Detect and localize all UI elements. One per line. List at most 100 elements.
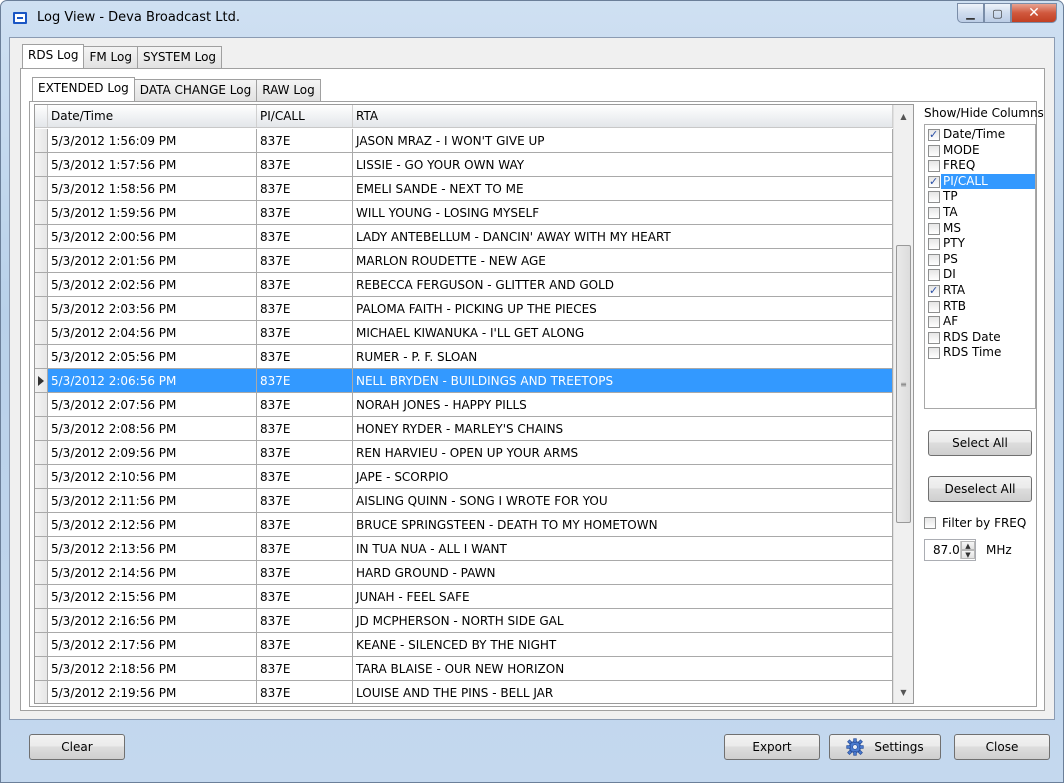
table-row[interactable]: 5/3/2012 2:14:56 PM 837E HARD GROUND - PAW…: [35, 561, 893, 585]
column-toggle-checkbox[interactable]: [928, 300, 940, 313]
cell-rta[interactable]: NORAH JONES - HAPPY PILLS: [353, 393, 893, 416]
clear-button[interactable]: Clear: [29, 734, 125, 760]
row-selector[interactable]: [35, 609, 48, 632]
column-toggle-item[interactable]: RDS Date: [925, 330, 1035, 346]
cell-picall[interactable]: 837E: [257, 489, 353, 512]
column-toggle-checkbox[interactable]: [928, 127, 940, 142]
row-selector[interactable]: [35, 321, 48, 344]
cell-datetime[interactable]: 5/3/2012 2:05:56 PM: [48, 345, 257, 368]
row-selector[interactable]: [35, 489, 48, 512]
tab-system-log[interactable]: SYSTEM Log: [136, 46, 223, 68]
row-selector[interactable]: [35, 441, 48, 464]
row-selector[interactable]: [35, 393, 48, 416]
cell-picall[interactable]: 837E: [257, 225, 353, 248]
title-bar[interactable]: Log View - Deva Broadcast Ltd. ▁ ▢ ✕: [1, 1, 1063, 37]
row-selector[interactable]: [35, 129, 48, 152]
deselect-all-button[interactable]: Deselect All: [928, 476, 1032, 502]
settings-button[interactable]: Settings: [829, 734, 941, 760]
cell-datetime[interactable]: 5/3/2012 1:59:56 PM: [48, 201, 257, 224]
column-toggle-item[interactable]: RDS Time: [925, 345, 1035, 361]
cell-picall[interactable]: 837E: [257, 585, 353, 608]
vertical-scrollbar[interactable]: ▲ ≡ ▼: [893, 105, 913, 703]
cell-datetime[interactable]: 5/3/2012 2:13:56 PM: [48, 537, 257, 560]
close-window-button[interactable]: ✕: [1011, 3, 1057, 23]
cell-rta[interactable]: TARA BLAISE - OUR NEW HORIZON: [353, 657, 893, 680]
cell-picall[interactable]: 837E: [257, 177, 353, 200]
table-row[interactable]: 5/3/2012 2:01:56 PM 837E MARLON ROUDETTE -…: [35, 249, 893, 273]
cell-rta[interactable]: JAPE - SCORPIO: [353, 465, 893, 488]
row-selector[interactable]: [35, 537, 48, 560]
column-toggle-checkbox[interactable]: [928, 347, 940, 360]
cell-picall[interactable]: 837E: [257, 345, 353, 368]
table-row[interactable]: 5/3/2012 2:10:56 PM 837E JAPE - SCORPIO: [35, 465, 893, 489]
row-selector[interactable]: [35, 513, 48, 536]
cell-rta[interactable]: LISSIE - GO YOUR OWN WAY: [353, 153, 893, 176]
table-row[interactable]: 5/3/2012 2:11:56 PM 837E AISLING QUINN - S…: [35, 489, 893, 513]
column-toggle-item[interactable]: RTB: [925, 299, 1035, 315]
table-row[interactable]: 5/3/2012 2:19:56 PM 837E LOUISE AND THE PI…: [35, 681, 893, 703]
cell-rta[interactable]: LADY ANTEBELLUM - DANCIN' AWAY WITH MY H…: [353, 225, 893, 248]
cell-picall[interactable]: 837E: [257, 273, 353, 296]
maximize-button[interactable]: ▢: [984, 3, 1011, 23]
tab-fm-log[interactable]: FM Log: [83, 46, 138, 68]
cell-datetime[interactable]: 5/3/2012 2:19:56 PM: [48, 681, 257, 703]
cell-picall[interactable]: 837E: [257, 249, 353, 272]
cell-datetime[interactable]: 5/3/2012 1:57:56 PM: [48, 153, 257, 176]
row-selector[interactable]: [35, 249, 48, 272]
cell-rta[interactable]: MICHAEL KIWANUKA - I'LL GET ALONG: [353, 321, 893, 344]
cell-picall[interactable]: 837E: [257, 561, 353, 584]
column-toggle-checkbox[interactable]: [928, 222, 940, 235]
cell-rta[interactable]: REN HARVIEU - OPEN UP YOUR ARMS: [353, 441, 893, 464]
tab-extended-log[interactable]: EXTENDED Log: [32, 77, 135, 101]
cell-picall[interactable]: 837E: [257, 633, 353, 656]
cell-datetime[interactable]: 5/3/2012 2:17:56 PM: [48, 633, 257, 656]
cell-rta[interactable]: JASON MRAZ - I WON'T GIVE UP: [353, 129, 893, 152]
close-button[interactable]: Close: [954, 734, 1050, 760]
cell-datetime[interactable]: 5/3/2012 2:06:56 PM: [48, 369, 257, 392]
row-selector[interactable]: [35, 177, 48, 200]
table-row[interactable]: 5/3/2012 2:02:56 PM 837E REBECCA FERGUSON …: [35, 273, 893, 297]
minimize-button[interactable]: ▁: [957, 3, 984, 23]
table-row[interactable]: 5/3/2012 2:09:56 PM 837E REN HARVIEU - OPE…: [35, 441, 893, 465]
cell-datetime[interactable]: 5/3/2012 2:10:56 PM: [48, 465, 257, 488]
column-toggle-item[interactable]: MODE: [925, 143, 1035, 159]
table-row[interactable]: 5/3/2012 2:03:56 PM 837E PALOMA FAITH - PI…: [35, 297, 893, 321]
table-row[interactable]: 5/3/2012 1:58:56 PM 837E EMELI SANDE - NEX…: [35, 177, 893, 201]
cell-picall[interactable]: 837E: [257, 513, 353, 536]
table-row[interactable]: 5/3/2012 2:17:56 PM 837E KEANE - SILENCED …: [35, 633, 893, 657]
cell-datetime[interactable]: 5/3/2012 2:02:56 PM: [48, 273, 257, 296]
cell-datetime[interactable]: 5/3/2012 2:09:56 PM: [48, 441, 257, 464]
cell-rta[interactable]: KEANE - SILENCED BY THE NIGHT: [353, 633, 893, 656]
table-row[interactable]: 5/3/2012 2:15:56 PM 837E JUNAH - FEEL SAFE: [35, 585, 893, 609]
table-row[interactable]: 5/3/2012 1:59:56 PM 837E WILL YOUNG - LOSI…: [35, 201, 893, 225]
column-toggle-checkbox[interactable]: [928, 269, 940, 282]
cell-rta[interactable]: JUNAH - FEEL SAFE: [353, 585, 893, 608]
cell-picall[interactable]: 837E: [257, 537, 353, 560]
cell-rta[interactable]: PALOMA FAITH - PICKING UP THE PIECES: [353, 297, 893, 320]
cell-picall[interactable]: 837E: [257, 129, 353, 152]
tab-data-change-log[interactable]: DATA CHANGE Log: [133, 79, 258, 101]
row-selector[interactable]: [35, 633, 48, 656]
column-toggle-checkbox[interactable]: [928, 331, 940, 344]
freq-increment-button[interactable]: ▲: [961, 541, 975, 550]
column-toggle-item[interactable]: AF: [925, 314, 1035, 330]
table-row[interactable]: 5/3/2012 2:00:56 PM 837E LADY ANTEBELLUM -…: [35, 225, 893, 249]
column-header-datetime[interactable]: Date/Time: [48, 105, 257, 127]
table-row[interactable]: 5/3/2012 2:05:56 PM 837E RUMER - P. F. SLO…: [35, 345, 893, 369]
cell-datetime[interactable]: 5/3/2012 2:04:56 PM: [48, 321, 257, 344]
cell-picall[interactable]: 837E: [257, 681, 353, 703]
column-toggle-checkbox[interactable]: [928, 238, 940, 251]
cell-datetime[interactable]: 5/3/2012 2:16:56 PM: [48, 609, 257, 632]
column-toggle-checkbox[interactable]: [928, 316, 940, 329]
column-toggle-item[interactable]: FREQ: [925, 158, 1035, 174]
cell-rta[interactable]: BRUCE SPRINGSTEEN - DEATH TO MY HOMETOWN: [353, 513, 893, 536]
scroll-down-button[interactable]: ▼: [894, 683, 913, 701]
cell-rta[interactable]: LOUISE AND THE PINS - BELL JAR: [353, 681, 893, 703]
cell-picall[interactable]: 837E: [257, 153, 353, 176]
cell-datetime[interactable]: 5/3/2012 2:12:56 PM: [48, 513, 257, 536]
scroll-up-button[interactable]: ▲: [894, 107, 913, 125]
row-selector[interactable]: [35, 585, 48, 608]
cell-rta[interactable]: NELL BRYDEN - BUILDINGS AND TREETOPS: [353, 369, 893, 392]
cell-rta[interactable]: RUMER - P. F. SLOAN: [353, 345, 893, 368]
cell-rta[interactable]: EMELI SANDE - NEXT TO ME: [353, 177, 893, 200]
